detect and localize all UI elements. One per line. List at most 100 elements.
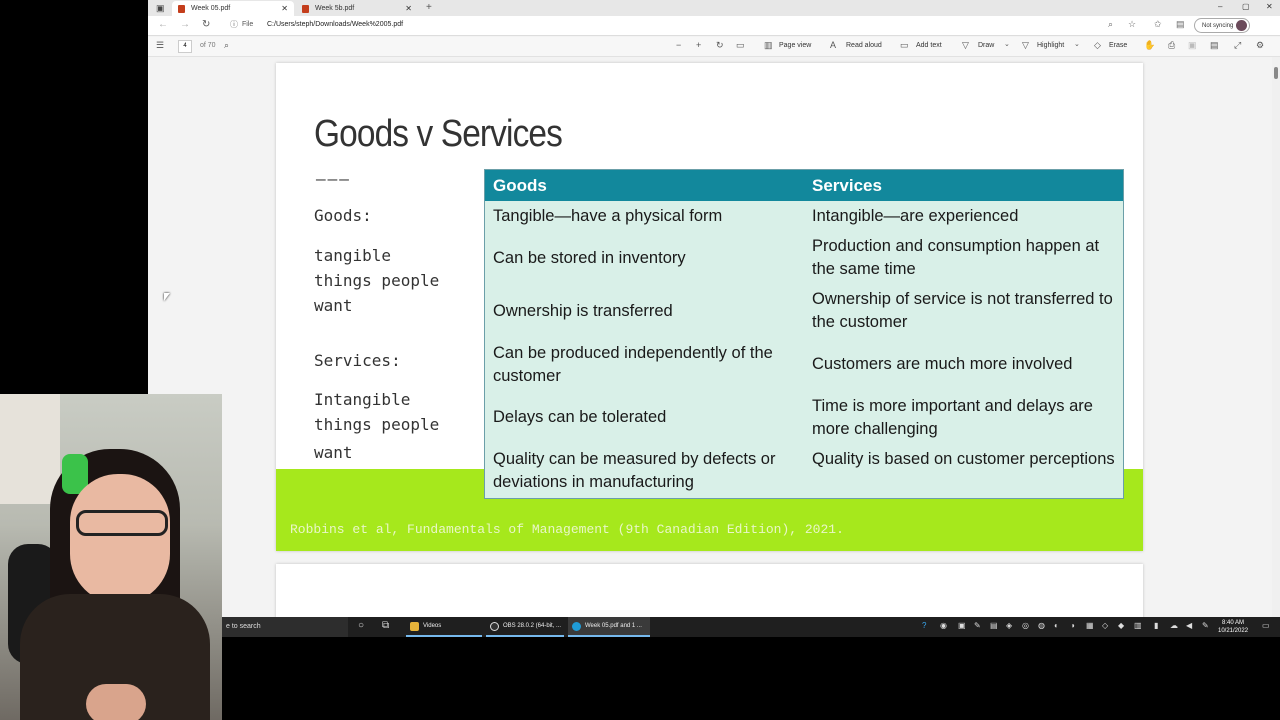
battery-icon[interactable]: ▮ — [1154, 621, 1158, 630]
scrollbar-thumb[interactable] — [1274, 67, 1278, 79]
clock-date: 10/21/2022 — [1218, 628, 1249, 634]
zoom-out-icon[interactable]: − — [676, 40, 681, 50]
goods-definition-line-1: tangible — [314, 246, 392, 265]
settings-icon[interactable]: ⚙ — [1256, 40, 1264, 51]
pen-icon[interactable]: ✎ — [1202, 621, 1209, 630]
tray-app-icon[interactable]: ▦ — [1086, 621, 1094, 630]
tray-app-icon[interactable]: ▤ — [990, 621, 998, 630]
zoom-in-icon[interactable]: + — [696, 40, 701, 50]
zoom-icon[interactable]: ⌕ — [1108, 19, 1113, 30]
highlight-icon: ▽ — [1022, 40, 1029, 50]
tray-app-icon[interactable]: ◐ — [1054, 621, 1059, 630]
maximize-icon[interactable]: ▢ — [1242, 2, 1250, 11]
windows-taskbar: e to search ○ ⧉ Videos OBS 28.0.2 (64-bi… — [222, 617, 1280, 637]
highlight-button[interactable]: Highlight — [1037, 42, 1064, 49]
contents-icon[interactable]: ☰ — [156, 40, 164, 51]
save-icon[interactable]: ▣ — [1188, 40, 1197, 51]
presenter-hand — [86, 684, 146, 720]
table-cell: Time is more important and delays are mo… — [812, 397, 1093, 438]
notifications-icon[interactable]: ▭ — [1262, 621, 1270, 630]
tray-app-icon[interactable]: ◑ — [1070, 621, 1075, 630]
tab-week05[interactable]: Week 05.pdf ✕ — [172, 1, 294, 16]
folder-icon — [410, 621, 419, 631]
close-window-icon[interactable]: ✕ — [1266, 2, 1273, 11]
network-icon[interactable]: ☁ — [1170, 621, 1178, 630]
services-label: Services: — [314, 351, 401, 370]
tray-app-icon[interactable]: ◆ — [1118, 621, 1124, 630]
volume-icon[interactable]: ◀ — [1186, 621, 1192, 630]
help-icon[interactable]: ? — [922, 621, 926, 630]
slide-title: Goods v Services — [314, 113, 563, 155]
add-text-button[interactable]: Add text — [916, 42, 942, 49]
profile-button[interactable]: Not syncing — [1194, 18, 1250, 33]
taskbar-app-label: OBS 28.0.2 (64-bit, ... — [503, 623, 562, 629]
tray-app-icon[interactable]: ◈ — [1006, 621, 1012, 630]
close-tab-icon[interactable]: ✕ — [405, 4, 412, 13]
favorites-icon[interactable]: ✩ — [1154, 19, 1162, 30]
taskbar-app-edge[interactable]: Week 05.pdf and 1 ... — [568, 617, 650, 637]
edge-icon — [572, 621, 581, 631]
pdf-toolbar: ☰ 4 of 70 ⌕ − + ↻ ▭ ▥ Page view A Read a… — [148, 37, 1280, 57]
taskbar-search[interactable]: e to search — [222, 617, 348, 637]
highlight-dropdown-icon[interactable]: ⌄ — [1074, 40, 1080, 48]
file-label: File — [242, 21, 254, 28]
draw-icon: ▽ — [962, 40, 969, 50]
read-aloud-button[interactable]: Read aloud — [846, 42, 882, 49]
back-icon[interactable]: ← — [158, 19, 168, 30]
touch-icon[interactable]: ✋ — [1144, 40, 1155, 51]
header-services: Services — [812, 176, 882, 195]
draw-button[interactable]: Draw — [978, 42, 994, 49]
tray-app-icon[interactable]: ▣ — [958, 621, 966, 630]
draw-dropdown-icon[interactable]: ⌄ — [1004, 40, 1010, 48]
rotate-icon[interactable]: ↻ — [716, 40, 724, 51]
minimize-icon[interactable]: – — [1218, 2, 1222, 11]
taskbar-app-videos[interactable]: Videos — [406, 617, 482, 637]
cortana-icon[interactable]: ○ — [358, 620, 364, 631]
table-header: Goods Services — [485, 170, 1123, 201]
tab-actions-icon[interactable]: ▣ — [156, 3, 165, 14]
table-cell: Tangible—have a physical form — [493, 207, 723, 225]
webcam-overlay — [0, 394, 222, 720]
table-cell: Quality is based on customer perceptions — [812, 450, 1115, 468]
presenter-face — [70, 474, 170, 604]
tray-app-icon[interactable]: ◉ — [940, 621, 947, 630]
fit-page-icon[interactable]: ▭ — [736, 40, 745, 51]
taskbar-clock[interactable]: 8:40 AM 10/21/2022 — [1218, 619, 1248, 635]
vertical-scrollbar[interactable] — [1272, 57, 1280, 617]
table-cell: Can be produced independently of the cus… — [493, 344, 773, 385]
table-cell: Intangible—are experienced — [812, 207, 1019, 225]
url-field[interactable]: C:/Users/steph/Downloads/Week%2005.pdf — [267, 21, 403, 28]
goods-definition-line-2: things people — [314, 271, 440, 290]
tray-app-icon[interactable]: ▥ — [1134, 621, 1142, 630]
info-icon: ⓘ — [230, 20, 238, 29]
find-icon[interactable]: ⌕ — [224, 40, 229, 51]
tray-app-icon[interactable]: ◎ — [1022, 621, 1029, 630]
bookshelf — [0, 394, 60, 504]
new-tab-icon[interactable]: + — [426, 2, 432, 13]
tray-app-icon[interactable]: ◍ — [1038, 621, 1045, 630]
taskbar-app-obs[interactable]: OBS 28.0.2 (64-bit, ... — [486, 617, 564, 637]
sync-label: Not syncing — [1202, 22, 1234, 29]
fullscreen-icon[interactable]: ⤢ — [1234, 40, 1241, 51]
next-pdf-page — [276, 564, 1143, 617]
goods-label: Goods: — [314, 206, 372, 225]
pdf-icon — [178, 4, 185, 13]
tab-label: Week 05.pdf — [191, 5, 231, 12]
print-icon[interactable]: ⎙ — [1168, 40, 1175, 51]
task-view-icon[interactable]: ⧉ — [382, 620, 389, 631]
refresh-icon[interactable]: ↻ — [202, 19, 210, 30]
tray-app-icon[interactable]: ✎ — [974, 621, 981, 630]
table-cell: Production and consumption happen at the… — [812, 237, 1100, 278]
goods-vs-services-table: Goods Services Tangible—have a physical … — [484, 169, 1124, 499]
goods-definition-line-3: want — [314, 296, 353, 315]
add-favorite-icon[interactable]: ☆ — [1128, 19, 1136, 30]
page-number-input[interactable]: 4 — [178, 40, 192, 53]
tray-app-icon[interactable]: ◇ — [1102, 621, 1108, 630]
close-tab-icon[interactable]: ✕ — [281, 4, 288, 13]
collections-icon[interactable]: ▤ — [1176, 19, 1185, 30]
page-view-button[interactable]: Page view — [779, 42, 811, 49]
tab-week5b[interactable]: Week 5b.pdf ✕ — [296, 1, 418, 16]
forward-icon[interactable]: → — [180, 19, 190, 30]
erase-button[interactable]: Erase — [1109, 42, 1127, 49]
save-as-icon[interactable]: ▤ — [1210, 40, 1219, 51]
